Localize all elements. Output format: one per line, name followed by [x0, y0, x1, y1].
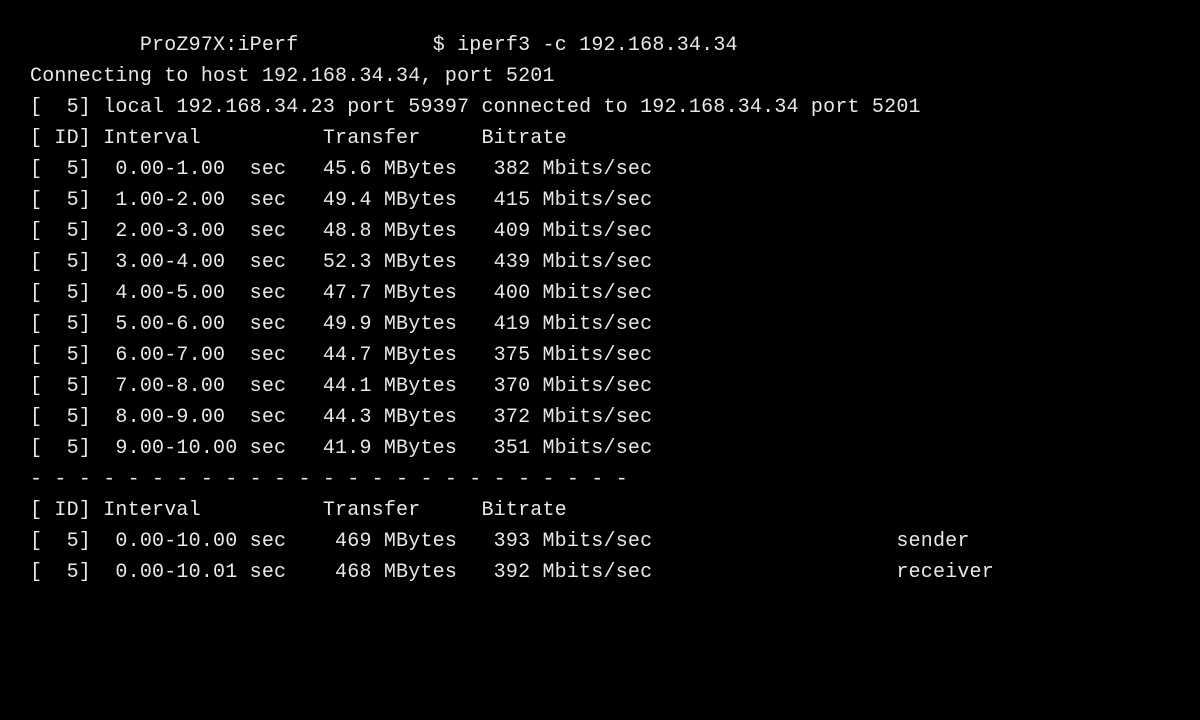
header-row: [ ID] Interval Transfer Bitrate — [30, 123, 1170, 154]
connecting-line: Connecting to host 192.168.34.34, port 5… — [30, 61, 1170, 92]
local-line: [ 5] local 192.168.34.23 port 59397 conn… — [30, 92, 1170, 123]
interval-row: [ 5] 9.00-10.00 sec 41.9 MBytes 351 Mbit… — [30, 433, 1170, 464]
summary-rows: [ 5] 0.00-10.00 sec 469 MBytes 393 Mbits… — [30, 526, 1170, 588]
prompt-line[interactable]: ProZ97X:iPerf $ iperf3 -c 192.168.34.34 — [30, 30, 1170, 61]
interval-rows: [ 5] 0.00-1.00 sec 45.6 MBytes 382 Mbits… — [30, 154, 1170, 464]
interval-row: [ 5] 2.00-3.00 sec 48.8 MBytes 409 Mbits… — [30, 216, 1170, 247]
interval-row: [ 5] 3.00-4.00 sec 52.3 MBytes 439 Mbits… — [30, 247, 1170, 278]
interval-row: [ 5] 1.00-2.00 sec 49.4 MBytes 415 Mbits… — [30, 185, 1170, 216]
interval-row: [ 5] 4.00-5.00 sec 47.7 MBytes 400 Mbits… — [30, 278, 1170, 309]
interval-row: [ 5] 5.00-6.00 sec 49.9 MBytes 419 Mbits… — [30, 309, 1170, 340]
summary-row: [ 5] 0.00-10.01 sec 468 MBytes 392 Mbits… — [30, 557, 1170, 588]
separator: - - - - - - - - - - - - - - - - - - - - … — [30, 464, 1170, 495]
prompt-symbol: $ — [433, 34, 445, 57]
prompt-pad2 — [298, 34, 432, 57]
summary-header-row: [ ID] Interval Transfer Bitrate — [30, 495, 1170, 526]
interval-row: [ 5] 6.00-7.00 sec 44.7 MBytes 375 Mbits… — [30, 340, 1170, 371]
interval-row: [ 5] 8.00-9.00 sec 44.3 MBytes 372 Mbits… — [30, 402, 1170, 433]
summary-row: [ 5] 0.00-10.00 sec 469 MBytes 393 Mbits… — [30, 526, 1170, 557]
prompt-command: iperf3 -c 192.168.34.34 — [457, 34, 738, 57]
interval-row: [ 5] 7.00-8.00 sec 44.1 MBytes 370 Mbits… — [30, 371, 1170, 402]
interval-row: [ 5] 0.00-1.00 sec 45.6 MBytes 382 Mbits… — [30, 154, 1170, 185]
prompt-pad1 — [30, 34, 140, 57]
prompt-host: ProZ97X:iPerf — [140, 34, 299, 57]
